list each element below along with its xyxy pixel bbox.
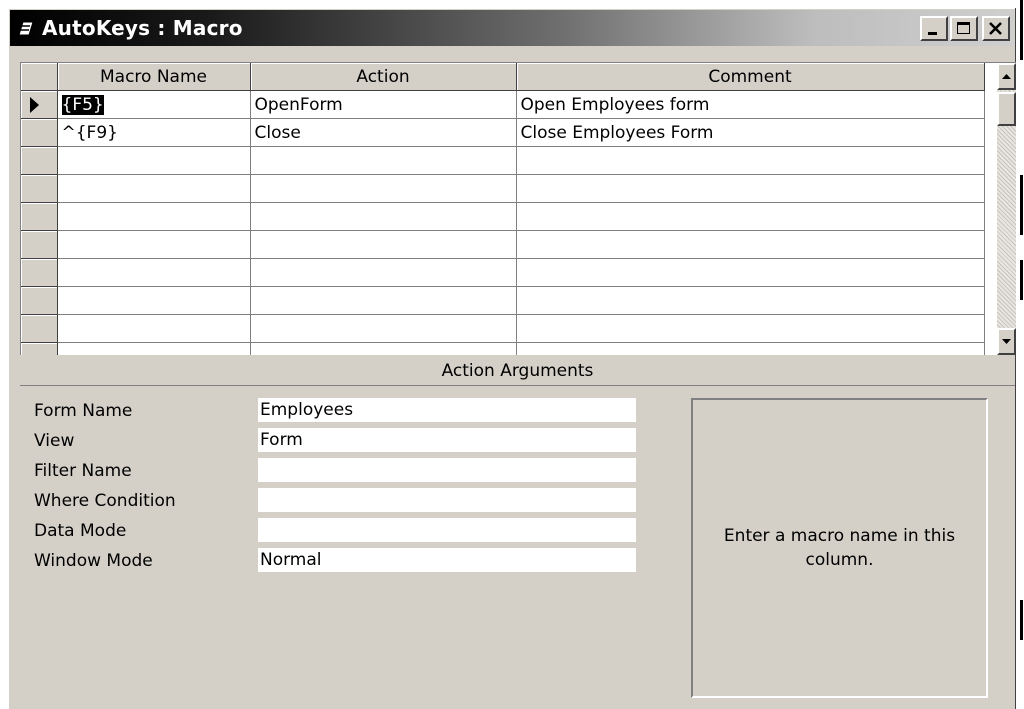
- data-mode-field[interactable]: [258, 518, 636, 542]
- edge-mark: [1020, 0, 1023, 60]
- macro-name-text: ^{F9}: [61, 122, 118, 143]
- filter-name-field[interactable]: [258, 458, 636, 482]
- minimize-button[interactable]: [920, 16, 948, 41]
- action-cell[interactable]: [250, 202, 517, 231]
- comment-cell[interactable]: [516, 230, 985, 259]
- macro-name-cell[interactable]: [57, 174, 251, 203]
- grid-header-row: Macro Name Action Comment: [21, 63, 985, 91]
- action-cell[interactable]: OpenForm: [250, 90, 517, 119]
- macro-icon: [18, 21, 34, 36]
- macro-name-cell[interactable]: [57, 258, 251, 287]
- table-row[interactable]: {F5} OpenForm Open Employees form: [21, 90, 985, 119]
- scroll-thumb[interactable]: [997, 92, 1016, 126]
- macro-grid-table: Macro Name Action Comment {F5} OpenForm Op…: [21, 63, 985, 355]
- table-row[interactable]: ^{F9} Close Close Employees Form: [21, 118, 985, 147]
- help-text: Enter a macro name in this column.: [723, 526, 956, 570]
- grid-corner[interactable]: [21, 63, 58, 91]
- column-header-action[interactable]: Action: [250, 63, 517, 91]
- action-cell[interactable]: [250, 230, 517, 259]
- help-text-box: Enter a macro name in this column.: [691, 398, 988, 698]
- action-cell[interactable]: [250, 286, 517, 315]
- scroll-up-button[interactable]: [997, 63, 1016, 90]
- action-cell[interactable]: [250, 146, 517, 175]
- window-edge-strip: [1016, 0, 1024, 709]
- macro-window: AutoKeys : Macro Macro Name Action Comme…: [8, 8, 1016, 709]
- macro-name-cell[interactable]: ^{F9}: [57, 118, 251, 147]
- comment-cell[interactable]: Open Employees form: [516, 90, 985, 119]
- comment-cell[interactable]: [516, 146, 985, 175]
- macro-name-cell[interactable]: [57, 230, 251, 259]
- row-selector[interactable]: [21, 146, 58, 175]
- table-row[interactable]: [21, 174, 985, 203]
- macro-grid: Macro Name Action Comment {F5} OpenForm Op…: [20, 62, 1016, 355]
- row-selector[interactable]: [21, 258, 58, 287]
- macro-name-cell[interactable]: [57, 286, 251, 315]
- maximize-button[interactable]: [950, 16, 978, 41]
- comment-cell[interactable]: [516, 258, 985, 287]
- row-selector[interactable]: [21, 90, 58, 119]
- table-row[interactable]: [21, 230, 985, 259]
- row-selector[interactable]: [21, 230, 58, 259]
- row-selector[interactable]: [21, 286, 58, 315]
- data-mode-label: Data Mode: [34, 521, 127, 541]
- action-arguments-header: Action Arguments: [20, 357, 1015, 386]
- macro-name-cell[interactable]: [57, 146, 251, 175]
- row-selector[interactable]: [21, 118, 58, 147]
- comment-cell[interactable]: [516, 174, 985, 203]
- macro-name-selected-text: {F5}: [61, 94, 104, 115]
- comment-cell[interactable]: [516, 286, 985, 315]
- view-field[interactable]: Form: [258, 428, 636, 452]
- edge-mark: [1020, 600, 1023, 640]
- column-header-macro-name[interactable]: Macro Name: [57, 63, 251, 91]
- table-row[interactable]: [21, 146, 985, 175]
- row-selector[interactable]: [21, 314, 58, 343]
- row-selector[interactable]: [21, 342, 58, 355]
- row-selector[interactable]: [21, 174, 58, 203]
- scroll-down-button[interactable]: [997, 328, 1016, 355]
- comment-cell[interactable]: [516, 314, 985, 343]
- table-row[interactable]: [21, 286, 985, 315]
- current-record-pointer-icon: [30, 96, 39, 113]
- action-cell[interactable]: [250, 258, 517, 287]
- table-row[interactable]: [21, 314, 985, 343]
- filter-name-label: Filter Name: [34, 461, 132, 481]
- window-title: AutoKeys : Macro: [42, 16, 243, 40]
- macro-name-cell[interactable]: [57, 314, 251, 343]
- window-mode-field[interactable]: Normal: [258, 548, 636, 572]
- table-row[interactable]: [21, 258, 985, 287]
- scroll-down-arrow-icon: [1002, 339, 1011, 344]
- edge-mark: [1020, 260, 1023, 300]
- table-row[interactable]: [21, 202, 985, 231]
- where-condition-field[interactable]: [258, 488, 636, 512]
- view-label: View: [34, 431, 75, 451]
- action-cell[interactable]: [250, 342, 517, 355]
- table-row[interactable]: [21, 342, 985, 355]
- close-icon: [989, 22, 1002, 35]
- close-button[interactable]: [982, 16, 1010, 41]
- edge-mark: [1020, 175, 1023, 235]
- column-header-comment[interactable]: Comment: [516, 63, 985, 91]
- form-name-field[interactable]: Employees: [258, 398, 636, 422]
- vertical-scrollbar[interactable]: [997, 63, 1016, 355]
- minimize-icon: [928, 32, 937, 35]
- scroll-up-arrow-icon: [1002, 74, 1011, 79]
- form-name-label: Form Name: [34, 401, 133, 421]
- macro-name-cell[interactable]: {F5}: [57, 90, 251, 119]
- where-condition-label: Where Condition: [34, 491, 176, 511]
- action-cell[interactable]: Close: [250, 118, 517, 147]
- action-cell[interactable]: [250, 314, 517, 343]
- comment-cell[interactable]: [516, 202, 985, 231]
- comment-cell[interactable]: Close Employees Form: [516, 118, 985, 147]
- macro-name-cell[interactable]: [57, 202, 251, 231]
- action-cell[interactable]: [250, 174, 517, 203]
- comment-cell[interactable]: [516, 342, 985, 355]
- maximize-icon: [957, 22, 970, 34]
- window-mode-label: Window Mode: [34, 551, 153, 571]
- row-selector[interactable]: [21, 202, 58, 231]
- macro-name-cell[interactable]: [57, 342, 251, 355]
- title-bar[interactable]: AutoKeys : Macro: [10, 10, 1014, 46]
